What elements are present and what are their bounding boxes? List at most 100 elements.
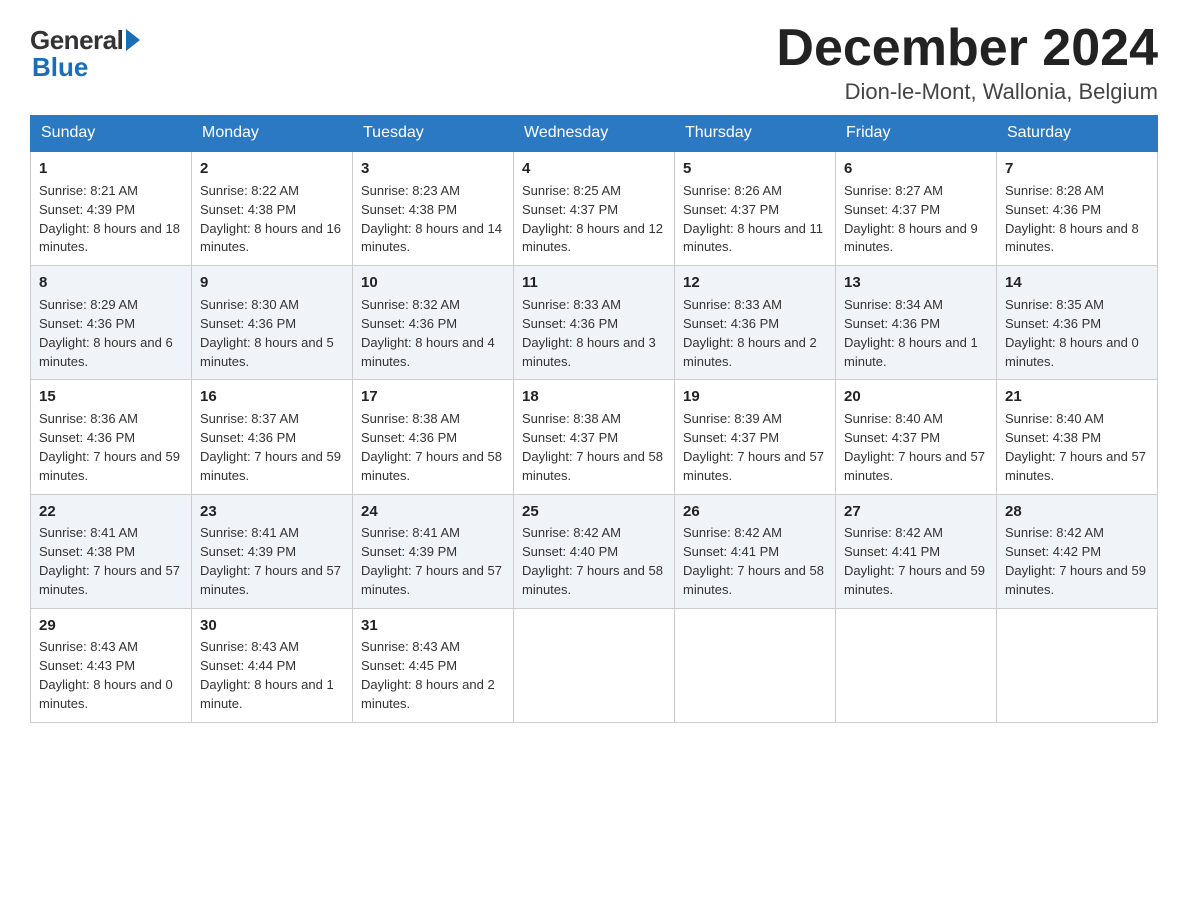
day-sunrise: Sunrise: 8:41 AM (361, 525, 460, 540)
day-daylight: Daylight: 8 hours and 4 minutes. (361, 335, 495, 369)
day-daylight: Daylight: 7 hours and 58 minutes. (522, 563, 663, 597)
day-sunrise: Sunrise: 8:26 AM (683, 183, 782, 198)
day-sunset: Sunset: 4:36 PM (361, 316, 457, 331)
calendar-day-cell: 1Sunrise: 8:21 AMSunset: 4:39 PMDaylight… (31, 151, 192, 266)
day-number: 27 (844, 501, 988, 523)
calendar-day-cell: 6Sunrise: 8:27 AMSunset: 4:37 PMDaylight… (836, 151, 997, 266)
day-sunrise: Sunrise: 8:43 AM (39, 639, 138, 654)
day-daylight: Daylight: 8 hours and 2 minutes. (361, 677, 495, 711)
calendar-day-cell: 9Sunrise: 8:30 AMSunset: 4:36 PMDaylight… (192, 266, 353, 380)
day-sunrise: Sunrise: 8:43 AM (200, 639, 299, 654)
day-number: 26 (683, 501, 827, 523)
day-sunrise: Sunrise: 8:33 AM (683, 297, 782, 312)
calendar-body: 1Sunrise: 8:21 AMSunset: 4:39 PMDaylight… (31, 151, 1158, 722)
day-sunset: Sunset: 4:39 PM (39, 202, 135, 217)
day-sunset: Sunset: 4:41 PM (683, 544, 779, 559)
day-number: 19 (683, 386, 827, 408)
day-daylight: Daylight: 8 hours and 1 minute. (200, 677, 334, 711)
day-sunrise: Sunrise: 8:27 AM (844, 183, 943, 198)
calendar-day-cell: 31Sunrise: 8:43 AMSunset: 4:45 PMDayligh… (353, 608, 514, 722)
calendar-day-cell: 5Sunrise: 8:26 AMSunset: 4:37 PMDaylight… (675, 151, 836, 266)
day-number: 21 (1005, 386, 1149, 408)
day-daylight: Daylight: 7 hours and 58 minutes. (361, 449, 502, 483)
day-sunset: Sunset: 4:45 PM (361, 658, 457, 673)
calendar-day-cell: 20 Sunrise: 8:40 AM Sunset: 4:37 PM Dayligh… (836, 380, 997, 494)
day-sunset: Sunset: 4:37 PM (683, 202, 779, 217)
day-daylight: Daylight: 8 hours and 1 minute. (844, 335, 978, 369)
day-daylight: Daylight: 7 hours and 58 minutes. (683, 563, 824, 597)
calendar-day-cell: 23 Sunrise: 8:41 AM Sunset: 4:39 PM Dayligh… (192, 494, 353, 608)
day-daylight: Daylight: 8 hours and 5 minutes. (200, 335, 334, 369)
day-sunset: Sunset: 4:36 PM (522, 316, 618, 331)
calendar-day-cell (836, 608, 997, 722)
day-sunset: Sunset: 4:40 PM (522, 544, 618, 559)
day-daylight: Daylight: 7 hours and 59 minutes. (200, 449, 341, 483)
calendar-week-row: 8Sunrise: 8:29 AMSunset: 4:36 PMDaylight… (31, 266, 1158, 380)
day-number: 6 (844, 158, 988, 180)
day-sunrise: Sunrise: 8:40 AM (1005, 411, 1104, 426)
calendar-day-cell: 30Sunrise: 8:43 AMSunset: 4:44 PMDayligh… (192, 608, 353, 722)
day-sunrise: Sunrise: 8:41 AM (200, 525, 299, 540)
day-number: 22 (39, 501, 183, 523)
day-number: 10 (361, 272, 505, 294)
day-sunrise: Sunrise: 8:22 AM (200, 183, 299, 198)
calendar-day-cell: 7Sunrise: 8:28 AMSunset: 4:36 PMDaylight… (997, 151, 1158, 266)
day-daylight: Daylight: 7 hours and 57 minutes. (844, 449, 985, 483)
calendar-day-cell: 26Sunrise: 8:42 AMSunset: 4:41 PMDayligh… (675, 494, 836, 608)
day-daylight: Daylight: 8 hours and 2 minutes. (683, 335, 817, 369)
calendar-header: SundayMondayTuesdayWednesdayThursdayFrid… (31, 116, 1158, 152)
day-sunset: Sunset: 4:41 PM (844, 544, 940, 559)
day-daylight: Daylight: 8 hours and 12 minutes. (522, 221, 663, 255)
day-daylight: Daylight: 7 hours and 57 minutes. (200, 563, 341, 597)
day-sunset: Sunset: 4:36 PM (361, 430, 457, 445)
day-number: 7 (1005, 158, 1149, 180)
day-number: 2 (200, 158, 344, 180)
calendar-day-cell: 10Sunrise: 8:32 AMSunset: 4:36 PMDayligh… (353, 266, 514, 380)
day-sunrise: Sunrise: 8:28 AM (1005, 183, 1104, 198)
day-sunrise: Sunrise: 8:40 AM (844, 411, 943, 426)
day-sunset: Sunset: 4:39 PM (361, 544, 457, 559)
day-sunrise: Sunrise: 8:34 AM (844, 297, 943, 312)
weekday-header-thursday: Thursday (675, 116, 836, 152)
calendar-day-cell (514, 608, 675, 722)
day-number: 3 (361, 158, 505, 180)
day-daylight: Daylight: 8 hours and 18 minutes. (39, 221, 180, 255)
day-daylight: Daylight: 8 hours and 3 minutes. (522, 335, 656, 369)
day-number: 20 (844, 386, 988, 408)
day-number: 5 (683, 158, 827, 180)
day-daylight: Daylight: 7 hours and 57 minutes. (683, 449, 824, 483)
weekday-header-tuesday: Tuesday (353, 116, 514, 152)
logo: General Blue (30, 25, 140, 83)
day-sunrise: Sunrise: 8:38 AM (522, 411, 621, 426)
day-sunset: Sunset: 4:37 PM (844, 202, 940, 217)
day-number: 11 (522, 272, 666, 294)
day-sunrise: Sunrise: 8:35 AM (1005, 297, 1104, 312)
day-sunset: Sunset: 4:37 PM (844, 430, 940, 445)
day-number: 14 (1005, 272, 1149, 294)
day-sunrise: Sunrise: 8:21 AM (39, 183, 138, 198)
day-sunset: Sunset: 4:39 PM (200, 544, 296, 559)
logo-triangle-icon (126, 29, 140, 51)
day-daylight: Daylight: 8 hours and 0 minutes. (39, 677, 173, 711)
day-number: 28 (1005, 501, 1149, 523)
calendar-day-cell: 17Sunrise: 8:38 AMSunset: 4:36 PMDayligh… (353, 380, 514, 494)
day-sunrise: Sunrise: 8:42 AM (844, 525, 943, 540)
title-block: December 2024 Dion-le-Mont, Wallonia, Be… (776, 20, 1158, 105)
day-sunrise: Sunrise: 8:41 AM (39, 525, 138, 540)
day-daylight: Daylight: 7 hours and 57 minutes. (39, 563, 180, 597)
calendar-day-cell (675, 608, 836, 722)
day-sunset: Sunset: 4:37 PM (522, 202, 618, 217)
month-title: December 2024 (776, 20, 1158, 77)
calendar-day-cell: 18Sunrise: 8:38 AMSunset: 4:37 PMDayligh… (514, 380, 675, 494)
calendar-week-row: 15Sunrise: 8:36 AMSunset: 4:36 PMDayligh… (31, 380, 1158, 494)
day-number: 23 (200, 501, 344, 523)
calendar-day-cell: 3Sunrise: 8:23 AMSunset: 4:38 PMDaylight… (353, 151, 514, 266)
weekday-header-sunday: Sunday (31, 116, 192, 152)
day-sunrise: Sunrise: 8:42 AM (522, 525, 621, 540)
day-number: 15 (39, 386, 183, 408)
day-number: 12 (683, 272, 827, 294)
day-sunrise: Sunrise: 8:42 AM (1005, 525, 1104, 540)
day-number: 4 (522, 158, 666, 180)
day-sunset: Sunset: 4:36 PM (200, 430, 296, 445)
calendar-day-cell (997, 608, 1158, 722)
